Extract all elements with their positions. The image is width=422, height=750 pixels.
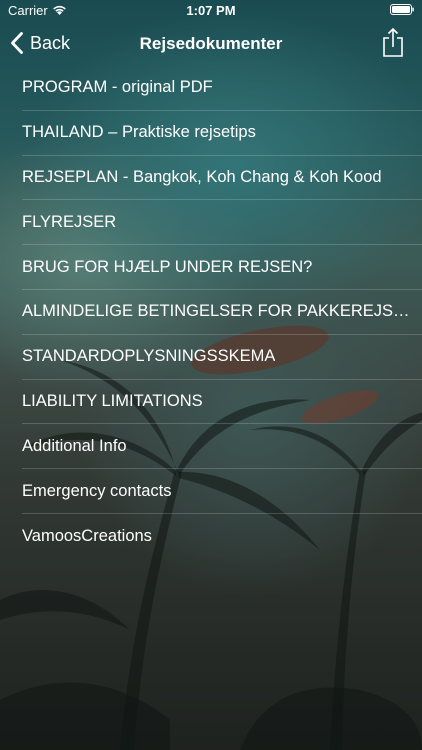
- status-time: 1:07 PM: [186, 3, 236, 18]
- list-item-vamooscreations[interactable]: VamoosCreations: [22, 514, 422, 559]
- share-icon[interactable]: [382, 27, 404, 57]
- documents-list: PROGRAM - original PDF THAILAND – Prakti…: [22, 66, 422, 559]
- list-item-help[interactable]: BRUG FOR HJÆLP UNDER REJSEN?: [22, 245, 422, 290]
- list-item-label: LIABILITY LIMITATIONS: [22, 391, 203, 410]
- list-item-additional-info[interactable]: Additional Info: [22, 424, 422, 470]
- list-item-emergency-contacts[interactable]: Emergency contacts: [22, 469, 422, 514]
- navigation-bar: Back Rejsedokumenter: [0, 20, 422, 64]
- list-item-rejseplan[interactable]: REJSEPLAN - Bangkok, Koh Chang & Koh Koo…: [22, 156, 422, 201]
- page-title: Rejsedokumenter: [139, 34, 283, 53]
- battery-icon: [390, 4, 414, 15]
- list-item-standard-form[interactable]: STANDARDOPLYSNINGSSKEMA: [22, 335, 422, 380]
- status-bar: Carrier 1:07 PM: [0, 0, 422, 20]
- list-item-conditions[interactable]: ALMINDELIGE BETINGELSER FOR PAKKEREJSE..…: [22, 290, 422, 335]
- list-item-liability[interactable]: LIABILITY LIMITATIONS: [22, 380, 422, 425]
- list-item-label: Additional Info: [22, 436, 127, 455]
- list-item-flyrejser[interactable]: FLYREJSER: [22, 200, 422, 246]
- list-item-label: BRUG FOR HJÆLP UNDER REJSEN?: [22, 257, 313, 276]
- list-item-label: PROGRAM - original PDF: [22, 78, 213, 97]
- list-item-program-pdf[interactable]: PROGRAM - original PDF: [22, 66, 422, 111]
- list-item-label: REJSEPLAN - Bangkok, Koh Chang & Koh Koo…: [22, 167, 382, 186]
- list-item-label: FLYREJSER: [22, 212, 117, 231]
- list-item-label: VamoosCreations: [22, 526, 152, 545]
- list-item-label: THAILAND – Praktiske rejsetips: [22, 123, 256, 142]
- list-item-label: STANDARDOPLYSNINGSSKEMA: [22, 347, 276, 366]
- list-item-label: Emergency contacts: [22, 481, 172, 500]
- list-item-label: ALMINDELIGE BETINGELSER FOR PAKKEREJSE..…: [22, 302, 414, 321]
- list-item-thailand-tips[interactable]: THAILAND – Praktiske rejsetips: [22, 111, 422, 156]
